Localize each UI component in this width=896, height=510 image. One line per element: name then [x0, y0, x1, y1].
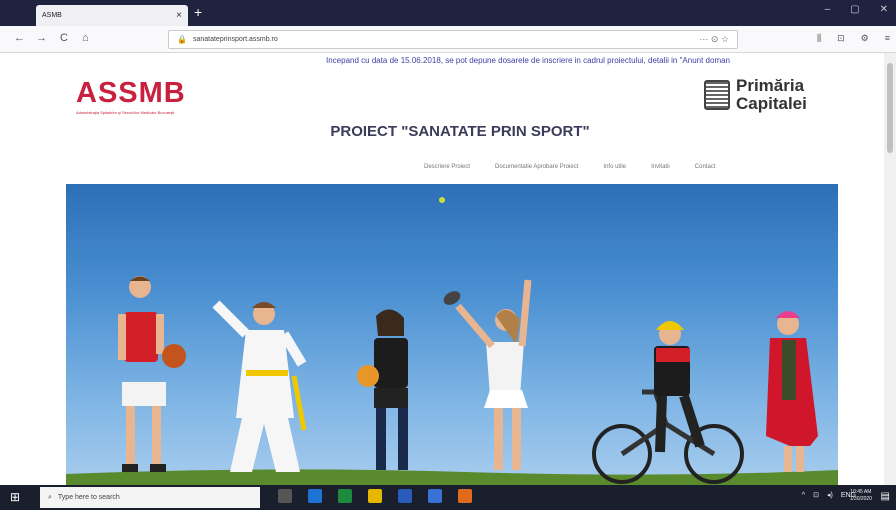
- forward-icon[interactable]: →: [36, 32, 47, 44]
- web-page: Incepand cu data de 15.06.2018, se pot d…: [12, 53, 884, 485]
- window-controls: – ▢ ✕: [825, 4, 888, 15]
- taskbar-apps: [278, 489, 472, 503]
- reload-icon[interactable]: C: [60, 32, 68, 44]
- assmb-logo[interactable]: ASSMB: [76, 77, 186, 110]
- lock-icon: 🔒: [177, 35, 187, 44]
- tab-close-icon[interactable]: ×: [176, 10, 182, 21]
- file-explorer-icon[interactable]: [368, 489, 382, 503]
- minimize-icon[interactable]: –: [825, 4, 831, 15]
- new-tab-icon[interactable]: +: [194, 4, 202, 20]
- search-icon: ⌕: [48, 493, 52, 501]
- menu-item-contact[interactable]: Contact: [695, 164, 716, 170]
- browser-nav-bar: ← → C ⌂ 🔒 sanatateprinsport.assmb.ro ···…: [0, 26, 896, 53]
- sidebar-icon[interactable]: ⊡: [837, 33, 845, 44]
- clock-date: 1/30/2020: [849, 496, 872, 502]
- toolbar-right: ⫼ ⊡ ⚙ ≡: [817, 33, 890, 44]
- assmb-logo-subtitle: Administraţia Spitalelor şi Serviciilor …: [76, 110, 175, 115]
- clock-time: 10:45 AM: [850, 489, 872, 495]
- windows-taskbar: ⊞ ⌕ Type here to search ^ ⊡ ◂) ENG 10:45…: [0, 485, 896, 510]
- hero-image: [66, 184, 838, 485]
- page-actions-icon[interactable]: ··· ⊙ ☆: [699, 34, 737, 45]
- taskbar-clock[interactable]: 10:45 AM 1/30/2020: [850, 489, 872, 503]
- word-icon[interactable]: [398, 489, 412, 503]
- menu-item-info[interactable]: Info utile: [603, 164, 626, 170]
- system-tray: ^ ⊡ ◂) ENG: [802, 491, 856, 500]
- extension-icon[interactable]: ⚙: [861, 33, 869, 44]
- browser-tab-bar: ASMB × + – ▢ ✕: [0, 0, 896, 26]
- maximize-icon[interactable]: ▢: [850, 4, 859, 15]
- back-icon[interactable]: ←: [14, 32, 25, 44]
- tab-title: ASMB: [42, 12, 62, 19]
- page-title: PROIECT "SANATATE PRIN SPORT": [330, 123, 590, 140]
- excel-icon[interactable]: [338, 489, 352, 503]
- store-icon[interactable]: [428, 489, 442, 503]
- page-scrollbar[interactable]: [884, 53, 896, 485]
- primaria-logo[interactable]: Primăria Capitalei: [704, 77, 807, 113]
- firefox-icon[interactable]: [458, 489, 472, 503]
- browser-tab[interactable]: ASMB ×: [36, 5, 188, 26]
- menu-item-descriere[interactable]: Descriere Proiect: [424, 164, 470, 170]
- close-window-icon[interactable]: ✕: [880, 4, 888, 15]
- url-text[interactable]: sanatateprinsport.assmb.ro: [193, 36, 693, 43]
- home-icon[interactable]: ⌂: [82, 32, 89, 44]
- edge-icon[interactable]: [308, 489, 322, 503]
- network-icon[interactable]: ⊡: [813, 491, 819, 499]
- primaria-line2: Capitalei: [736, 94, 807, 113]
- menu-item-documentatie[interactable]: Documentatie Aprobare Proiect: [495, 164, 578, 170]
- main-menu: Descriere Proiect Documentatie Aprobare …: [424, 164, 715, 170]
- search-placeholder: Type here to search: [57, 494, 120, 501]
- kids-sports-illustration: [66, 197, 838, 485]
- primaria-line1: Primăria: [736, 76, 805, 95]
- announcement-marquee[interactable]: Incepand cu data de 15.06.2018, se pot d…: [326, 56, 884, 65]
- task-view-icon[interactable]: [278, 489, 292, 503]
- taskbar-search[interactable]: ⌕ Type here to search: [40, 487, 260, 508]
- address-bar[interactable]: 🔒 sanatateprinsport.assmb.ro ··· ⊙ ☆: [168, 30, 738, 49]
- volume-icon[interactable]: ◂): [827, 491, 833, 499]
- city-seal-icon: [704, 80, 730, 110]
- tray-up-icon[interactable]: ^: [802, 492, 805, 499]
- scroll-thumb[interactable]: [887, 63, 893, 153]
- menu-item-invitatii[interactable]: Invitatii: [651, 164, 670, 170]
- library-icon[interactable]: ⫼: [817, 33, 821, 44]
- notification-icon[interactable]: ▤: [881, 491, 890, 502]
- menu-icon[interactable]: ≡: [885, 33, 890, 44]
- windows-start-icon[interactable]: ⊞: [10, 490, 20, 504]
